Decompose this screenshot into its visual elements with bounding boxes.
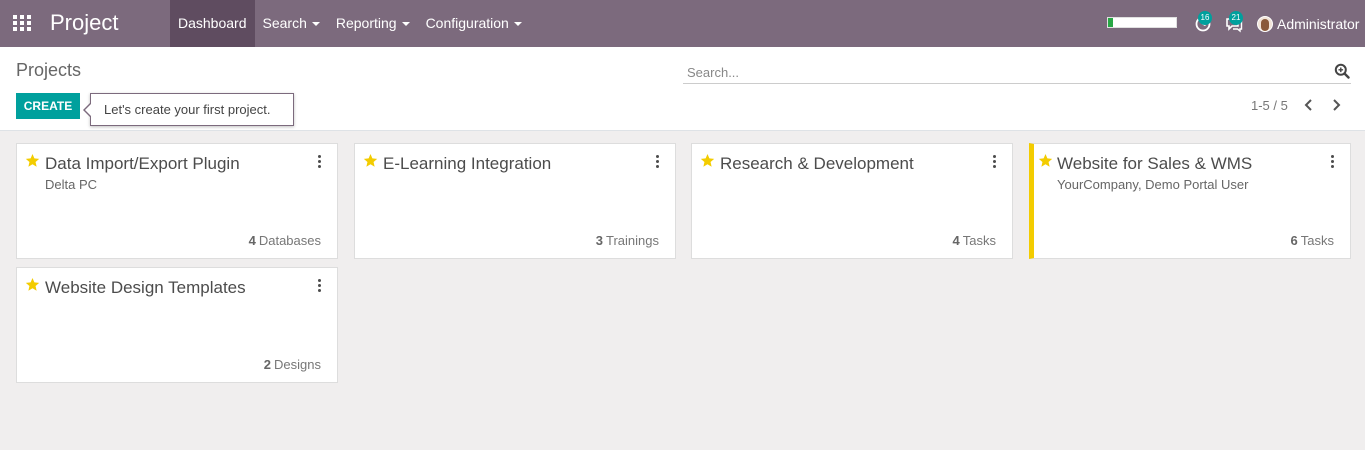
- kebab-menu-icon[interactable]: [1330, 155, 1336, 169]
- star-icon[interactable]: [363, 153, 378, 168]
- chevron-left-icon[interactable]: [1302, 97, 1316, 113]
- count-value: 6: [1290, 233, 1298, 248]
- project-name: Website Design Templates: [45, 278, 246, 297]
- count-label: Databases: [258, 233, 321, 248]
- count-label: Trainings: [606, 233, 659, 248]
- count-value: 4: [248, 233, 256, 248]
- kebab-menu-icon[interactable]: [655, 155, 661, 169]
- avatar: [1257, 15, 1273, 32]
- menu-label: Search: [262, 15, 307, 31]
- search-input[interactable]: [683, 61, 1323, 83]
- pager-value[interactable]: 1-5 / 5: [1251, 98, 1288, 113]
- project-name: Research & Development: [720, 154, 914, 173]
- top-navbar: Project Dashboard Search Reporting Confi…: [0, 0, 1365, 47]
- project-task-count[interactable]: 4 Databases: [249, 233, 321, 248]
- app-brand[interactable]: Project: [50, 10, 118, 36]
- project-task-count[interactable]: 6 Tasks: [1291, 233, 1334, 248]
- project-name: Data Import/Export Plugin: [45, 154, 240, 173]
- messages-count-badge: 21: [1229, 11, 1243, 25]
- menu-reporting[interactable]: Reporting: [328, 0, 418, 47]
- onboarding-progress-bar[interactable]: [1107, 17, 1177, 28]
- kebab-menu-icon[interactable]: [317, 279, 323, 293]
- user-menu[interactable]: Administrator: [1257, 0, 1359, 47]
- count-label: Tasks: [1300, 233, 1334, 248]
- menu-label: Dashboard: [178, 15, 247, 31]
- apps-grid-icon[interactable]: [13, 15, 31, 31]
- create-button[interactable]: CREATE: [16, 93, 80, 119]
- progress-fill: [1108, 18, 1113, 27]
- search-bar: [683, 61, 1351, 84]
- menu-search[interactable]: Search: [255, 0, 328, 47]
- project-task-count[interactable]: 3 Trainings: [596, 233, 659, 248]
- caret-down-icon: [311, 22, 320, 27]
- project-partner: Delta PC: [45, 177, 98, 192]
- project-card[interactable]: Research & Development 4 Tasks: [691, 143, 1013, 259]
- star-icon[interactable]: [25, 153, 40, 168]
- project-card[interactable]: Website Design Templates 2 Designs: [16, 267, 338, 383]
- project-card[interactable]: E-Learning Integration 3 Trainings: [354, 143, 676, 259]
- project-name: E-Learning Integration: [383, 154, 552, 173]
- star-icon[interactable]: [700, 153, 715, 168]
- page-title: Projects: [16, 60, 82, 80]
- search-zoom-icon[interactable]: [1334, 63, 1350, 79]
- kebab-menu-icon[interactable]: [317, 155, 323, 169]
- control-panel: Projects CREATE Let's create your first …: [0, 47, 1365, 131]
- project-card[interactable]: Website for Sales & WMS YourCompany, Dem…: [1029, 143, 1351, 259]
- project-task-count[interactable]: 2 Designs: [264, 357, 321, 372]
- count-value: 4: [952, 233, 960, 248]
- caret-down-icon: [401, 22, 410, 27]
- project-card[interactable]: Data Import/Export Plugin Delta PC 4 Data…: [16, 143, 338, 259]
- user-name: Administrator: [1277, 15, 1360, 32]
- caret-down-icon: [513, 22, 522, 27]
- onboarding-tooltip: Let's create your first project.: [83, 93, 294, 126]
- count-value: 2: [263, 357, 272, 372]
- count-label: Designs: [274, 357, 321, 372]
- menu-label: Configuration: [425, 15, 509, 31]
- star-icon[interactable]: [25, 277, 40, 292]
- count-value: 3: [595, 233, 604, 248]
- activity-button[interactable]: 16: [1194, 11, 1212, 33]
- project-task-count[interactable]: 4 Tasks: [953, 233, 996, 248]
- project-name: Website for Sales & WMS: [1057, 154, 1253, 173]
- activity-count-badge: 16: [1198, 11, 1212, 25]
- chevron-right-icon[interactable]: [1329, 97, 1343, 113]
- messages-button[interactable]: 21: [1225, 11, 1243, 33]
- menu-label: Reporting: [335, 15, 397, 31]
- count-label: Tasks: [962, 233, 996, 248]
- kebab-menu-icon[interactable]: [992, 155, 998, 169]
- main-menu: Dashboard Search Reporting Configuration: [170, 0, 530, 47]
- menu-configuration[interactable]: Configuration: [418, 0, 530, 47]
- menu-dashboard[interactable]: Dashboard: [170, 0, 255, 47]
- star-icon[interactable]: [1038, 153, 1053, 168]
- project-partner: YourCompany, Demo Portal User: [1057, 177, 1249, 192]
